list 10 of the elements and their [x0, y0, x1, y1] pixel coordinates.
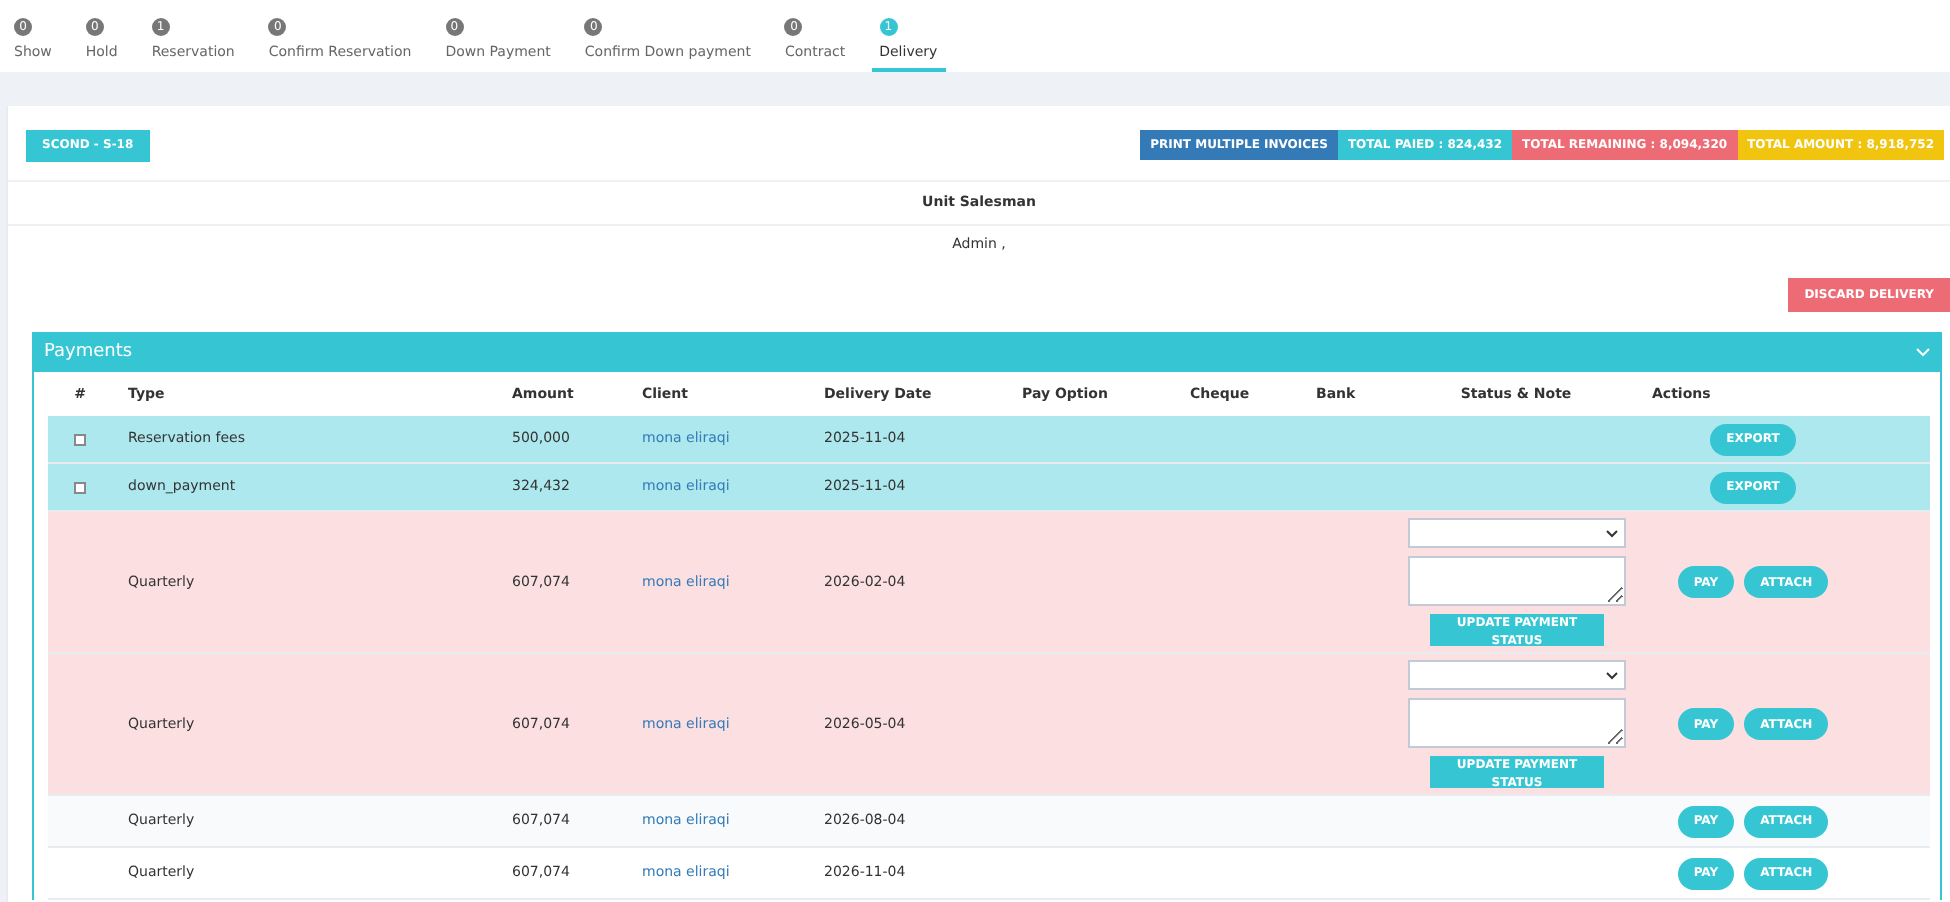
row-checkbox[interactable]	[74, 481, 86, 493]
note-field[interactable]	[1408, 698, 1626, 748]
chevron-down-icon[interactable]	[1916, 348, 1930, 358]
note-field[interactable]	[1408, 556, 1626, 606]
status-select[interactable]	[1408, 518, 1626, 548]
chevron-down-icon	[1606, 671, 1618, 679]
panel-title: Payments	[44, 339, 133, 366]
row-checkbox[interactable]	[74, 433, 86, 445]
status-select[interactable]	[1408, 660, 1626, 690]
chevron-down-icon	[1606, 529, 1618, 537]
